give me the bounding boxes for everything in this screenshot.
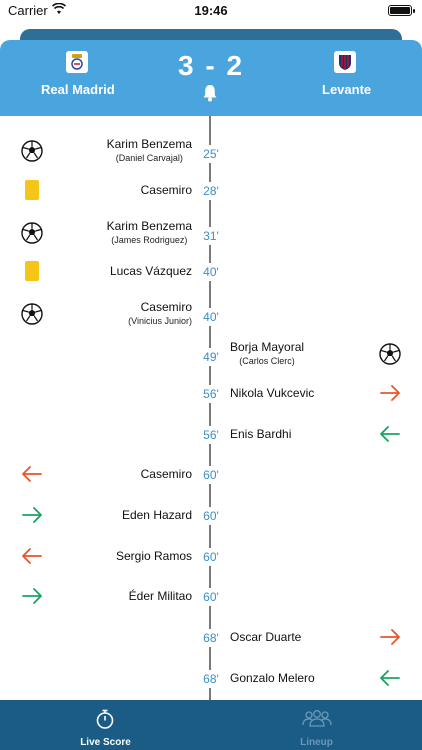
status-bar: Carrier 19:46 bbox=[0, 0, 422, 22]
player-name: Gonzalo Melero bbox=[230, 671, 315, 685]
event-minute: 40' bbox=[192, 308, 230, 326]
player-name: Karim Benzema bbox=[106, 219, 192, 233]
substitution-in-icon bbox=[378, 422, 402, 446]
tab-live-score-label: Live Score bbox=[80, 737, 131, 748]
event-row: Sergio Ramos 60' bbox=[0, 536, 422, 576]
event-minute: 40' bbox=[192, 263, 230, 281]
event-minute: 56' bbox=[192, 426, 230, 444]
substitution-out-icon bbox=[378, 381, 402, 405]
event-player: Casemiro bbox=[141, 183, 192, 197]
match-header: Real Madrid Levante 3 - 2 bbox=[0, 40, 422, 116]
event-minute: 56' bbox=[192, 385, 230, 403]
event-row: Nikola Vukcevic 56' bbox=[0, 373, 422, 413]
event-row: Casemiro 28' bbox=[0, 170, 422, 210]
event-minute: 60' bbox=[192, 507, 230, 525]
event-row: Karim Benzema (James Rodriguez) 31' bbox=[0, 213, 422, 253]
event-player: Casemiro bbox=[141, 467, 192, 481]
substitution-in-icon bbox=[20, 503, 44, 527]
event-minute: 60' bbox=[192, 588, 230, 606]
assist-name: (James Rodriguez) bbox=[111, 235, 188, 245]
event-row: Borja Mayoral (Carlos Clerc) 49' bbox=[0, 334, 422, 374]
event-minute: 60' bbox=[192, 466, 230, 484]
battery-icon bbox=[388, 5, 415, 16]
assist-name: (Vinicius Junior) bbox=[128, 316, 192, 326]
substitution-out-icon bbox=[20, 544, 44, 568]
event-minute: 49' bbox=[192, 348, 230, 366]
player-name: Karim Benzema bbox=[106, 137, 192, 151]
home-team-name: Real Madrid bbox=[41, 82, 115, 97]
match-score: 3 - 2 bbox=[177, 50, 245, 81]
yellow-card-icon bbox=[20, 259, 44, 283]
event-player: Oscar Duarte bbox=[230, 630, 301, 644]
player-name: Eden Hazard bbox=[121, 508, 192, 522]
event-row: Gonzalo Melero 68' bbox=[0, 658, 422, 698]
event-player: Karim Benzema (Daniel Carvajal) bbox=[107, 137, 192, 163]
event-row: Enis Bardhi 56' bbox=[0, 414, 422, 454]
event-minute: 25' bbox=[192, 145, 230, 163]
bell-icon[interactable] bbox=[202, 84, 218, 102]
event-minute: 31' bbox=[192, 227, 230, 245]
tab-live-score[interactable]: Live Score bbox=[0, 700, 211, 750]
player-name: Lucas Vázquez bbox=[109, 264, 192, 278]
yellow-card-icon bbox=[20, 178, 44, 202]
event-row: Lucas Vázquez 40' bbox=[0, 251, 422, 291]
football-icon bbox=[20, 221, 44, 245]
event-row: Casemiro (Vinicius Junior) 40' bbox=[0, 294, 422, 334]
tab-lineup[interactable]: Lineup bbox=[211, 700, 422, 750]
event-player: Eden Hazard bbox=[122, 508, 192, 522]
event-row: Éder Militao 60' bbox=[0, 576, 422, 616]
substitution-in-icon bbox=[378, 666, 402, 690]
player-name: Casemiro bbox=[140, 467, 192, 481]
event-player: Borja Mayoral (Carlos Clerc) bbox=[230, 340, 304, 366]
player-name: Borja Mayoral bbox=[230, 340, 305, 354]
event-row: Casemiro 60' bbox=[0, 454, 422, 494]
player-name: Casemiro bbox=[140, 300, 192, 314]
event-player: Éder Militao bbox=[129, 589, 192, 603]
event-row: Eden Hazard 60' bbox=[0, 495, 422, 535]
substitution-out-icon bbox=[20, 462, 44, 486]
substitution-in-icon bbox=[20, 584, 44, 608]
substitution-out-icon bbox=[378, 625, 402, 649]
event-minute: 68' bbox=[192, 629, 230, 647]
event-player: Casemiro (Vinicius Junior) bbox=[128, 300, 192, 326]
player-name: Éder Militao bbox=[128, 589, 192, 603]
event-row: Oscar Duarte 68' bbox=[0, 617, 422, 657]
player-name: Enis Bardhi bbox=[230, 427, 292, 441]
people-icon bbox=[302, 710, 332, 727]
event-player: Enis Bardhi bbox=[230, 427, 291, 441]
player-name: Nikola Vukcevic bbox=[230, 386, 315, 400]
clock-time: 19:46 bbox=[194, 3, 228, 18]
event-player: Gonzalo Melero bbox=[230, 671, 315, 685]
tab-lineup-label: Lineup bbox=[300, 737, 333, 748]
player-name: Sergio Ramos bbox=[115, 549, 192, 563]
event-minute: 68' bbox=[192, 670, 230, 688]
event-minute: 28' bbox=[192, 182, 230, 200]
player-name: Casemiro bbox=[140, 183, 192, 197]
event-row: Karim Benzema (Daniel Carvajal) 25' bbox=[0, 131, 422, 171]
stopwatch-icon bbox=[96, 709, 114, 729]
football-icon bbox=[378, 342, 402, 366]
event-player: Lucas Vázquez bbox=[110, 264, 192, 278]
away-team-name: Levante bbox=[322, 82, 372, 97]
assist-name: (Daniel Carvajal) bbox=[115, 153, 183, 163]
football-icon bbox=[20, 302, 44, 326]
assist-name: (Carlos Clerc) bbox=[239, 356, 295, 366]
event-player: Karim Benzema (James Rodriguez) bbox=[107, 219, 192, 245]
football-icon bbox=[20, 139, 44, 163]
event-minute: 60' bbox=[192, 548, 230, 566]
event-player: Nikola Vukcevic bbox=[230, 386, 314, 400]
event-player: Sergio Ramos bbox=[116, 549, 192, 563]
player-name: Oscar Duarte bbox=[230, 630, 302, 644]
tab-bar: Live Score Lineup bbox=[0, 700, 422, 750]
